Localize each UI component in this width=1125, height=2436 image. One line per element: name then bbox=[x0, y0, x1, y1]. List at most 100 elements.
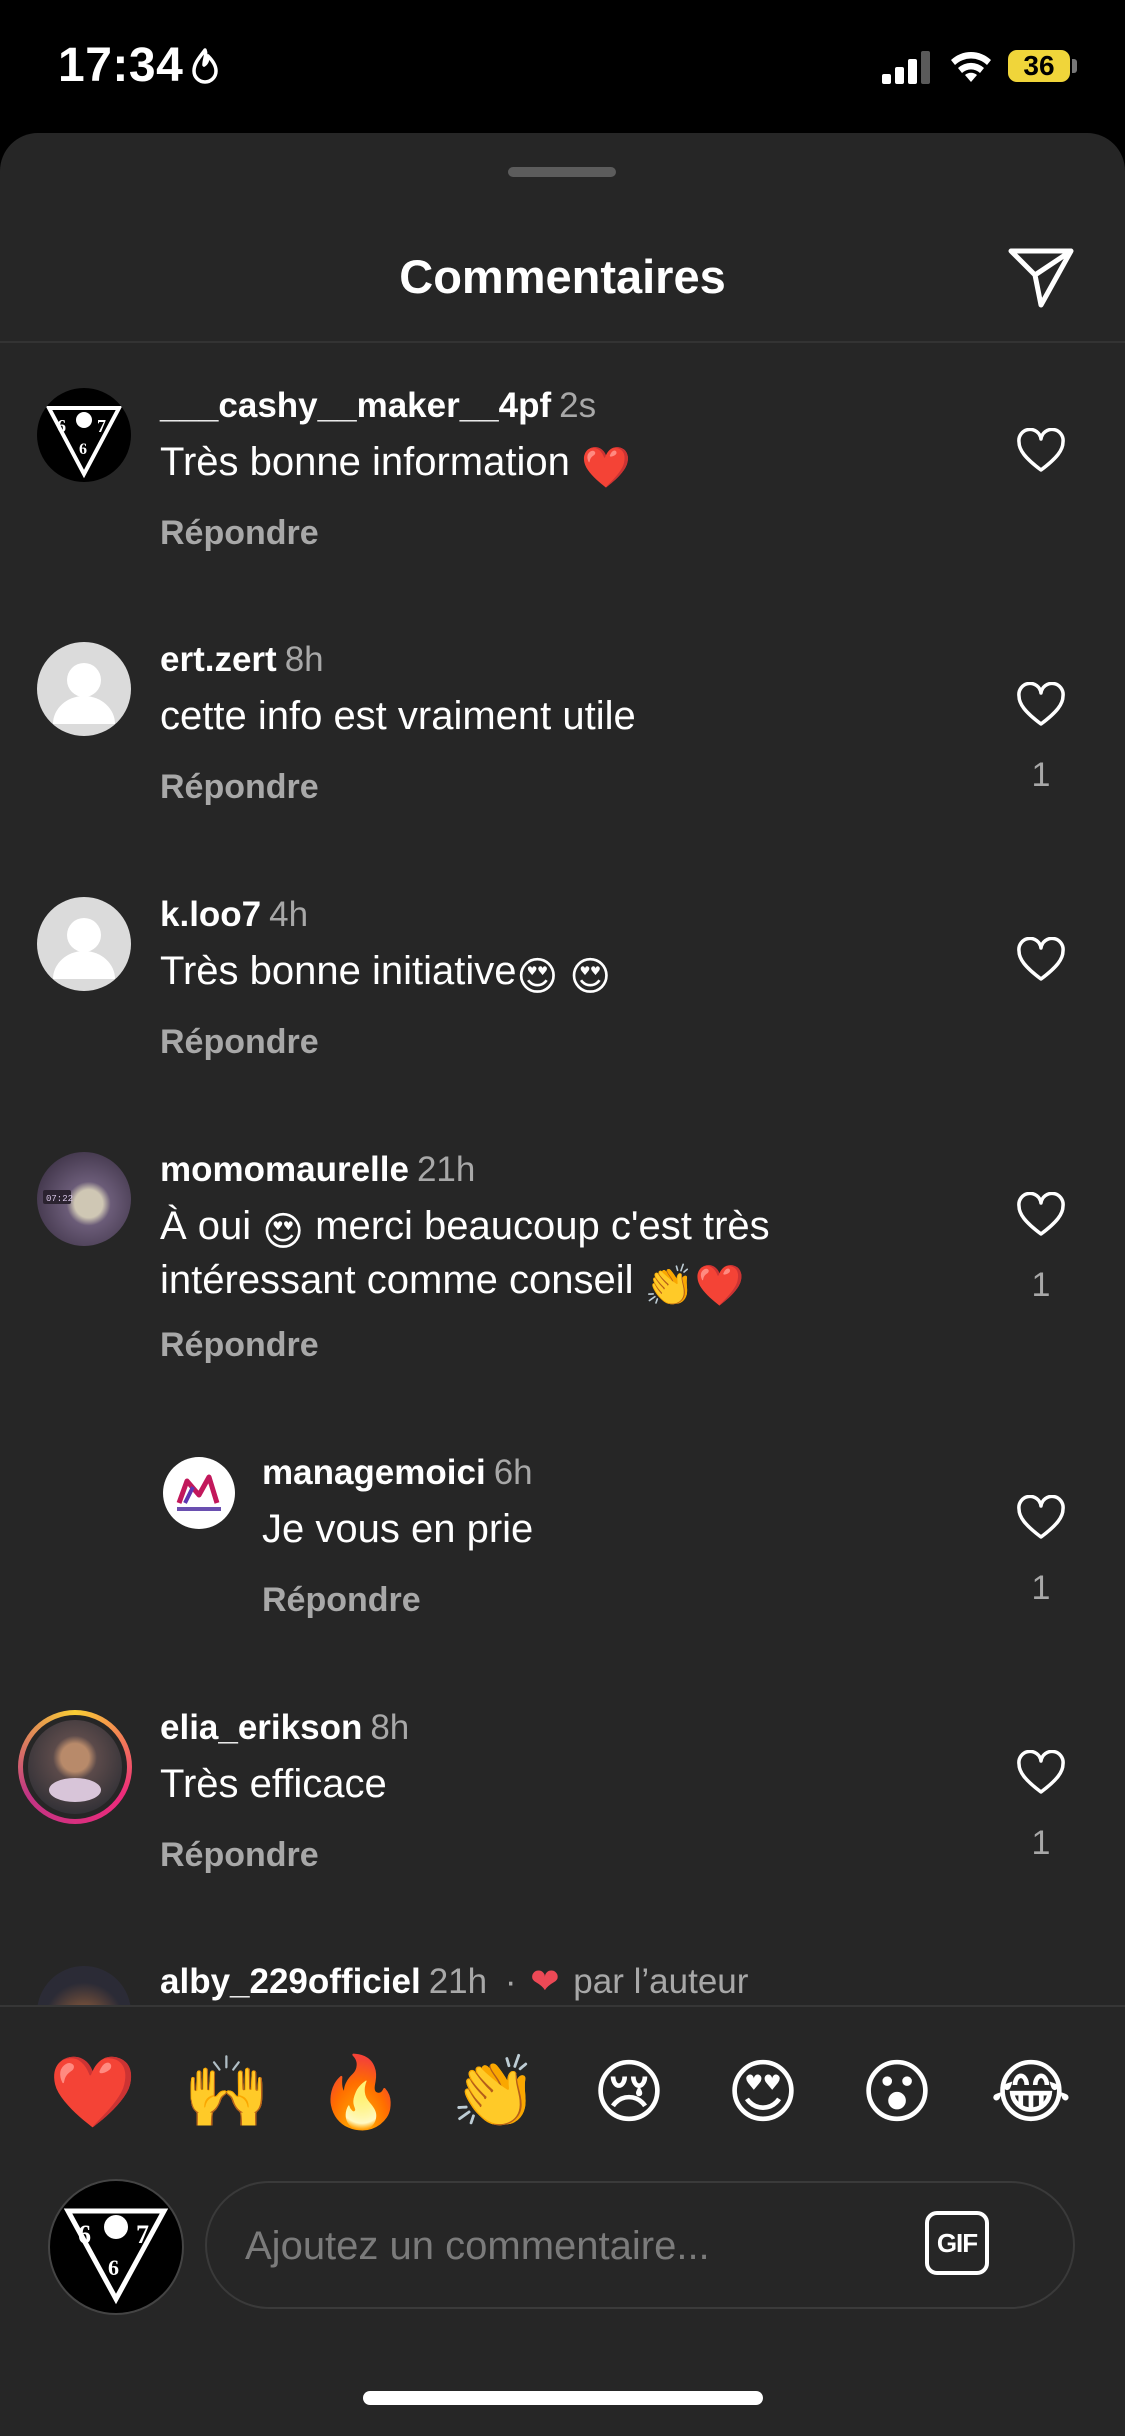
home-indicator bbox=[363, 2391, 763, 2405]
comment-username[interactable]: momomaurelle bbox=[160, 1150, 409, 1189]
comment-time: 2s bbox=[559, 386, 597, 425]
comment-time: 21h bbox=[428, 1962, 488, 2001]
emoji-clapping-button[interactable]: 👏 bbox=[450, 2047, 540, 2137]
share-send-icon[interactable] bbox=[1005, 241, 1077, 313]
reply-button[interactable]: Répondre bbox=[160, 514, 319, 553]
composer-area: ❤️ 🙌 🔥 👏 😢 😍 😮 😂 6 7 6 GIF bbox=[0, 2007, 1125, 2436]
heart-like-icon[interactable] bbox=[1015, 428, 1067, 474]
red-heart-emoji: ❤️ bbox=[694, 1264, 745, 1308]
comment-time: 8h bbox=[370, 1708, 410, 1747]
comment-text: cette info est vraiment utile bbox=[160, 694, 636, 738]
comment-text: À oui 😍 merci beaucoup c'est très intére… bbox=[160, 1202, 1040, 1310]
current-user-avatar: 6 7 6 bbox=[48, 2179, 184, 2315]
red-heart-emoji: ❤️ bbox=[580, 446, 631, 490]
svg-text:6: 6 bbox=[78, 2220, 91, 2249]
cellular-signal-icon bbox=[882, 51, 930, 84]
status-bar: 17:34 36 bbox=[0, 0, 1125, 135]
comment-time: 21h bbox=[416, 1150, 476, 1189]
heart-like-icon[interactable] bbox=[1015, 1192, 1067, 1238]
comment-input-box: GIF bbox=[205, 2181, 1075, 2309]
comment-username[interactable]: elia_erikson bbox=[160, 1708, 362, 1747]
sheet-title: Commentaires bbox=[399, 250, 726, 303]
battery-indicator: 36 bbox=[1008, 48, 1080, 86]
wifi-icon bbox=[951, 52, 991, 82]
comment-meta: ___cashy__maker__4pf 2s bbox=[160, 386, 596, 426]
comment-time: 6h bbox=[493, 1453, 533, 1492]
comment-input[interactable] bbox=[243, 2183, 887, 2309]
svg-text:6: 6 bbox=[57, 416, 66, 436]
reply-button[interactable]: Répondre bbox=[160, 1326, 319, 1365]
brand-logo-avatar-icon bbox=[176, 1474, 221, 1511]
like-count: 1 bbox=[1031, 756, 1051, 794]
avatar[interactable] bbox=[37, 897, 131, 991]
comment-meta: managemoici 6h bbox=[262, 1453, 533, 1493]
avatar[interactable]: 07:22 bbox=[37, 1152, 131, 1246]
svg-text:7: 7 bbox=[136, 2220, 149, 2249]
comment-text-content: merci beaucoup c'est très bbox=[315, 1204, 770, 1248]
avatar[interactable] bbox=[37, 1966, 131, 2005]
like-count: 1 bbox=[1031, 1266, 1051, 1304]
emoji-surprised-button[interactable]: 😮 bbox=[852, 2047, 942, 2137]
comment-meta: elia_erikson 8h bbox=[160, 1708, 409, 1748]
comment-username[interactable]: ert.zert bbox=[160, 640, 277, 679]
meta-separator: · bbox=[504, 1962, 517, 2001]
sheet-grabber[interactable] bbox=[508, 167, 616, 177]
comment-text-content: intéressant comme conseil bbox=[160, 1258, 634, 1302]
story-ring[interactable] bbox=[18, 1710, 132, 1824]
comment-text: Je vous en prie bbox=[262, 1507, 534, 1551]
logo-avatar-icon: 6 7 6 bbox=[45, 406, 123, 479]
logo-avatar-icon: 6 7 6 bbox=[63, 2208, 169, 2305]
photo-avatar-icon bbox=[49, 1778, 101, 1802]
like-count: 1 bbox=[1031, 1569, 1051, 1607]
comment-text-content: À oui bbox=[160, 1204, 252, 1248]
emoji-fire-button[interactable]: 🔥 bbox=[316, 2047, 406, 2137]
comment-meta: alby_229officiel 21h · ❤ par l’auteur bbox=[160, 1962, 748, 2002]
gif-button[interactable]: GIF bbox=[925, 2211, 989, 2275]
emoji-laughing-button[interactable]: 😂 bbox=[986, 2047, 1076, 2137]
header-divider bbox=[0, 341, 1125, 343]
comment-time: 8h bbox=[284, 640, 324, 679]
comment-text-content: Très bonne initiative bbox=[160, 949, 517, 993]
emoji-heart-eyes-button[interactable]: 😍 bbox=[718, 2047, 808, 2137]
comment-username[interactable]: k.loo7 bbox=[160, 895, 261, 934]
reply-button[interactable]: Répondre bbox=[262, 1581, 421, 1620]
comment-item-partial: alby_229officiel 21h · ❤ par l’auteur bbox=[0, 1960, 1125, 2005]
avatar[interactable]: 6 7 6 bbox=[37, 388, 131, 482]
avatar[interactable] bbox=[163, 1457, 235, 1529]
comment-username[interactable]: ___cashy__maker__4pf bbox=[160, 386, 551, 425]
battery-cap bbox=[1072, 59, 1077, 73]
comment-time: 4h bbox=[269, 895, 309, 934]
heart-like-icon[interactable] bbox=[1015, 682, 1067, 728]
photo-avatar-icon: 07:22 bbox=[43, 1190, 73, 1204]
comment-text-content: Très bonne information bbox=[160, 440, 570, 484]
comment-text: Très bonne information ❤️ bbox=[160, 438, 1040, 492]
heart-eyes-emoji: 😍 bbox=[569, 955, 612, 999]
status-time: 17:34 bbox=[58, 39, 184, 92]
comment-text: Très efficace bbox=[160, 1762, 387, 1806]
heart-like-icon[interactable] bbox=[1015, 1495, 1067, 1541]
comment-text: Très bonne initiative😍 😍 bbox=[160, 947, 1040, 1001]
heart-like-icon[interactable] bbox=[1015, 937, 1067, 983]
comment-meta: momomaurelle 21h bbox=[160, 1150, 475, 1190]
avatar bbox=[28, 1720, 122, 1814]
comment-username[interactable]: managemoici bbox=[262, 1453, 486, 1492]
emoji-raising-hands-button[interactable]: 🙌 bbox=[182, 2047, 272, 2137]
emoji-crying-button[interactable]: 😢 bbox=[584, 2047, 674, 2137]
heart-like-icon[interactable] bbox=[1015, 1750, 1067, 1796]
reply-button[interactable]: Répondre bbox=[160, 1836, 319, 1875]
avatar[interactable] bbox=[37, 642, 131, 736]
default-avatar-icon bbox=[53, 663, 115, 724]
comment-meta: k.loo7 4h bbox=[160, 895, 308, 935]
quick-emoji-bar: ❤️ 🙌 🔥 👏 😢 😍 😮 😂 bbox=[0, 2047, 1125, 2137]
reply-button[interactable]: Répondre bbox=[160, 1023, 319, 1062]
svg-text:6: 6 bbox=[108, 2255, 119, 2280]
default-avatar-icon bbox=[53, 918, 115, 979]
emoji-red-heart-button[interactable]: ❤️ bbox=[48, 2047, 138, 2137]
svg-text:7: 7 bbox=[97, 416, 106, 436]
comment-username[interactable]: alby_229officiel bbox=[160, 1962, 421, 2001]
svg-text:07:22: 07:22 bbox=[46, 1194, 73, 1204]
author-liked-label: par l’auteur bbox=[573, 1962, 749, 2001]
svg-text:6: 6 bbox=[79, 441, 87, 458]
reply-button[interactable]: Répondre bbox=[160, 768, 319, 807]
heart-eyes-emoji: 😍 bbox=[262, 1210, 304, 1254]
